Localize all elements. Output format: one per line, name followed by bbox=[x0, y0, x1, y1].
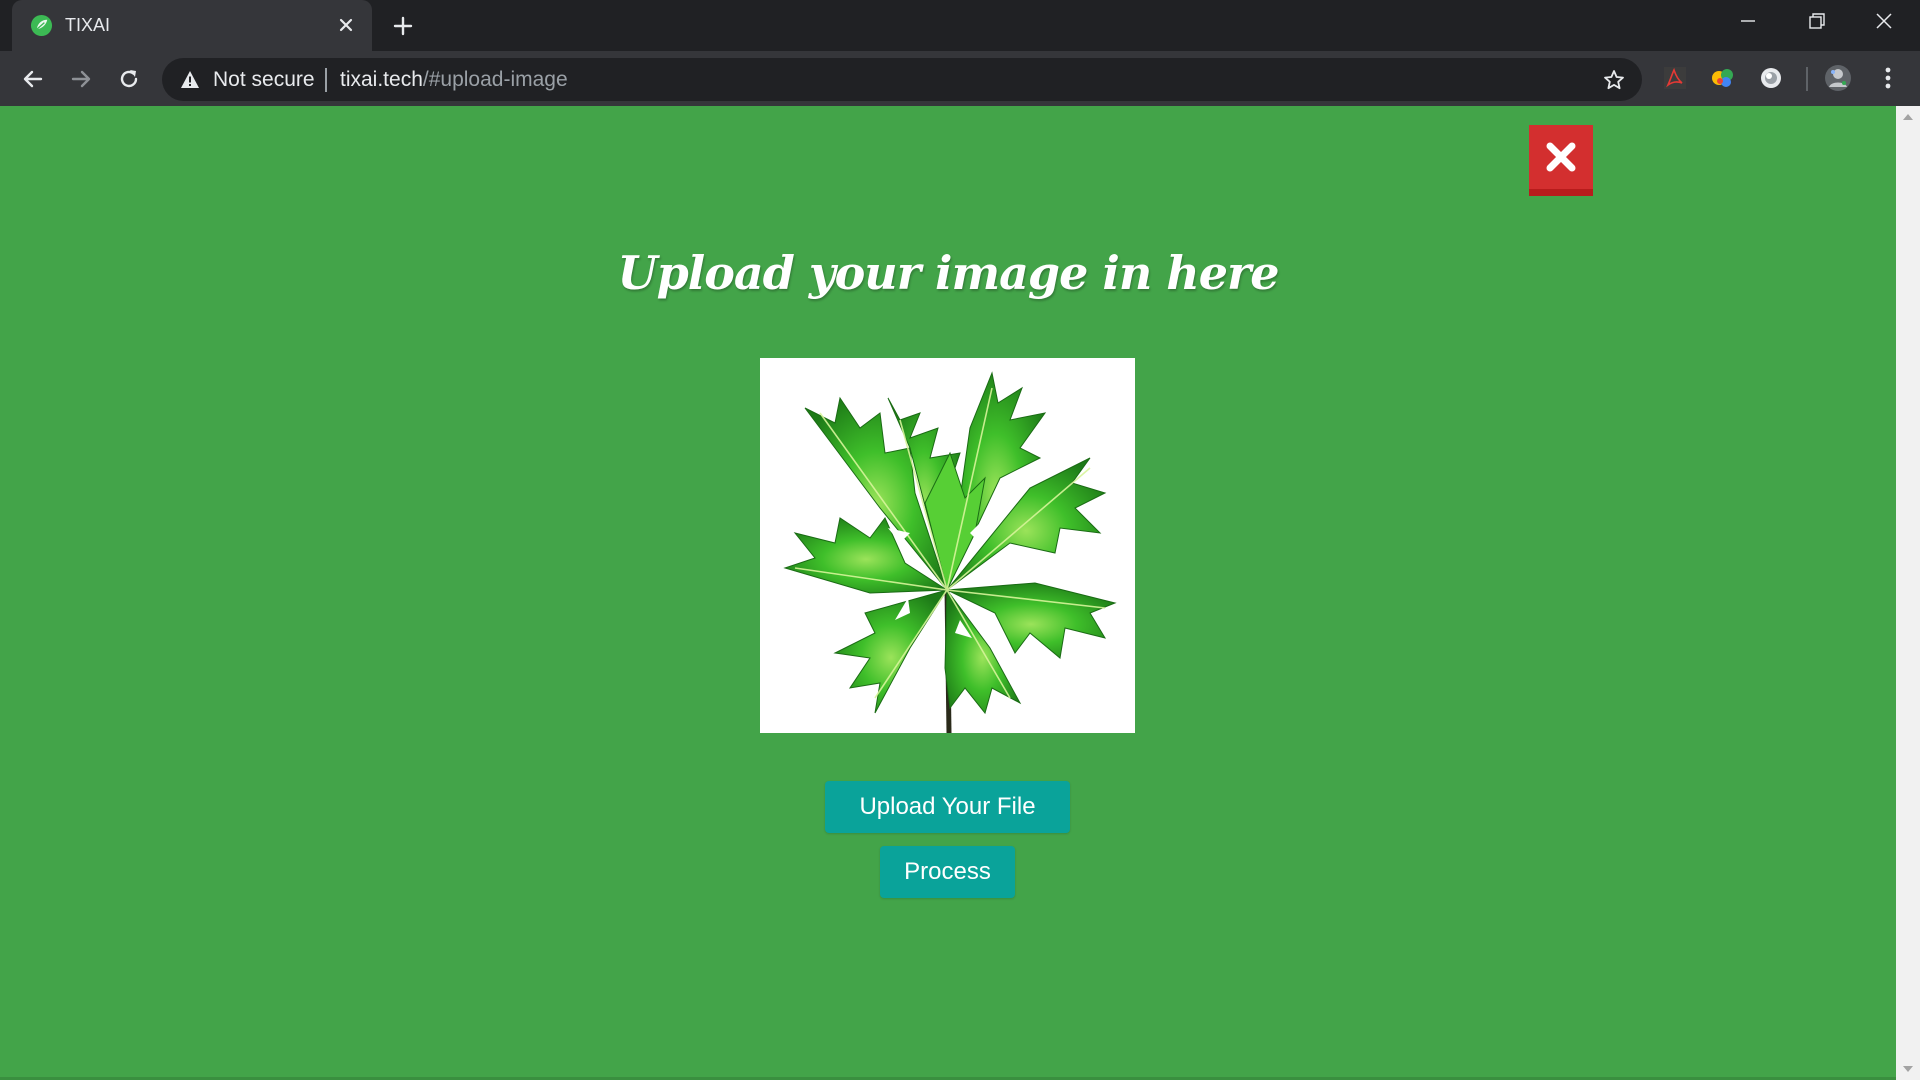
page-heading: Upload your image in here bbox=[617, 246, 1279, 300]
url-path: /#upload-image bbox=[422, 68, 568, 91]
vertical-scrollbar[interactable] bbox=[1896, 106, 1920, 1080]
close-x-icon bbox=[1546, 142, 1576, 172]
address-bar[interactable]: Not secure tixai.tech/#upload-image bbox=[162, 58, 1642, 101]
papaya-leaf-image bbox=[760, 358, 1135, 734]
upload-file-button[interactable]: Upload Your File bbox=[825, 781, 1070, 833]
restore-icon[interactable] bbox=[1798, 8, 1834, 36]
browser-toolbar: Not secure tixai.tech/#upload-image bbox=[0, 51, 1920, 106]
security-label[interactable]: Not secure bbox=[213, 69, 315, 91]
minimize-icon[interactable] bbox=[1730, 8, 1766, 36]
profile-avatar-icon[interactable] bbox=[1824, 64, 1852, 92]
tab-title: TIXAI bbox=[65, 15, 111, 35]
toolbar-divider bbox=[1806, 67, 1808, 91]
new-tab-plus-icon[interactable] bbox=[390, 13, 416, 39]
kebab-menu-icon[interactable] bbox=[1874, 64, 1902, 92]
process-button[interactable]: Process bbox=[880, 846, 1015, 898]
scroll-down-arrow-icon[interactable] bbox=[1903, 1066, 1913, 1072]
acrobat-extension-icon[interactable] bbox=[1661, 64, 1689, 92]
scroll-up-arrow-icon[interactable] bbox=[1903, 114, 1913, 120]
back-arrow-icon[interactable] bbox=[18, 64, 48, 94]
url-host: tixai.tech bbox=[340, 68, 423, 91]
bookmark-star-icon[interactable] bbox=[1602, 68, 1626, 92]
url-text[interactable]: tixai.tech/#upload-image bbox=[340, 69, 568, 91]
browser-tab[interactable]: TIXAI bbox=[12, 0, 372, 51]
tab-strip: TIXAI bbox=[0, 0, 1920, 51]
window-close-icon[interactable] bbox=[1866, 8, 1902, 36]
uploaded-image-preview bbox=[760, 358, 1135, 734]
omnibox-separator bbox=[325, 68, 327, 92]
browser-window: TIXAI Not secure tixai.tech/#upload-imag… bbox=[0, 0, 1920, 1080]
leaf-favicon-icon bbox=[30, 14, 53, 37]
reload-icon[interactable] bbox=[114, 64, 144, 94]
tab-close-icon[interactable] bbox=[334, 13, 358, 37]
colorful-extension-icon[interactable] bbox=[1709, 64, 1737, 92]
warning-triangle-icon[interactable] bbox=[180, 70, 200, 89]
circle-extension-icon[interactable] bbox=[1757, 64, 1785, 92]
page-viewport: Upload your image in here Upload Your Fi… bbox=[0, 106, 1896, 1080]
forward-arrow-icon[interactable] bbox=[66, 64, 96, 94]
close-x-button[interactable] bbox=[1529, 125, 1593, 196]
